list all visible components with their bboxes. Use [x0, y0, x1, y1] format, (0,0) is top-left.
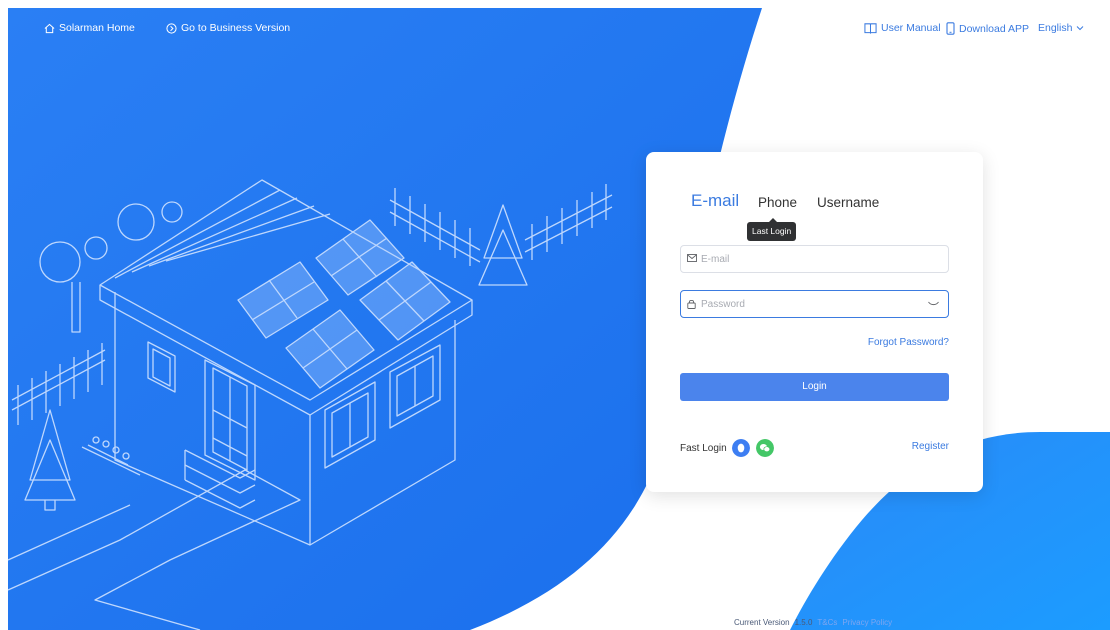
privacy-policy-link[interactable]: Privacy Policy	[842, 618, 892, 627]
book-icon	[864, 23, 877, 34]
user-manual-label: User Manual	[881, 22, 941, 34]
business-version-label: Go to Business Version	[181, 22, 291, 34]
business-version-link[interactable]: Go to Business Version	[166, 22, 290, 34]
arrow-circle-icon	[166, 22, 177, 34]
qq-icon[interactable]	[732, 439, 750, 457]
download-app-label: Download APP	[959, 22, 1030, 35]
register-link[interactable]: Register	[912, 441, 949, 452]
download-app-link[interactable]: Download APP	[946, 22, 1029, 35]
mail-icon	[687, 254, 697, 262]
tab-phone[interactable]: Phone	[758, 195, 797, 210]
last-login-tooltip: Last Login	[747, 218, 797, 241]
password-field[interactable]	[680, 290, 949, 318]
top-navigation: Solarman Home Go to Business Version Use…	[0, 0, 1110, 58]
fast-login-label: Fast Login	[680, 443, 727, 454]
password-input[interactable]	[701, 291, 921, 317]
footer: Current Version 1.5.0 T&Cs Privacy Policy	[734, 618, 897, 627]
version-label: Current Version	[734, 618, 790, 627]
tcs-link[interactable]: T&Cs	[817, 618, 837, 627]
solarman-home-label: Solarman Home	[59, 22, 135, 34]
wechat-icon[interactable]	[756, 439, 774, 457]
language-label: English	[1038, 22, 1073, 34]
eye-closed-icon[interactable]	[928, 301, 939, 306]
lock-icon	[687, 299, 696, 309]
phone-icon	[946, 22, 955, 35]
version-number: 1.5.0	[794, 618, 813, 627]
tab-email[interactable]: E-mail	[691, 191, 739, 211]
forgot-password-link[interactable]: Forgot Password?	[868, 337, 949, 348]
login-button[interactable]: Login	[680, 373, 949, 401]
email-input[interactable]	[701, 246, 921, 272]
email-field[interactable]	[680, 245, 949, 273]
tab-username[interactable]: Username	[817, 195, 879, 210]
language-selector[interactable]: English	[1038, 22, 1084, 34]
chevron-down-icon	[1077, 26, 1084, 31]
login-card: E-mail Phone Username Last Login Forgot …	[646, 152, 983, 492]
user-manual-link[interactable]: User Manual	[864, 22, 941, 34]
home-icon	[44, 23, 55, 33]
solarman-home-link[interactable]: Solarman Home	[44, 22, 135, 34]
